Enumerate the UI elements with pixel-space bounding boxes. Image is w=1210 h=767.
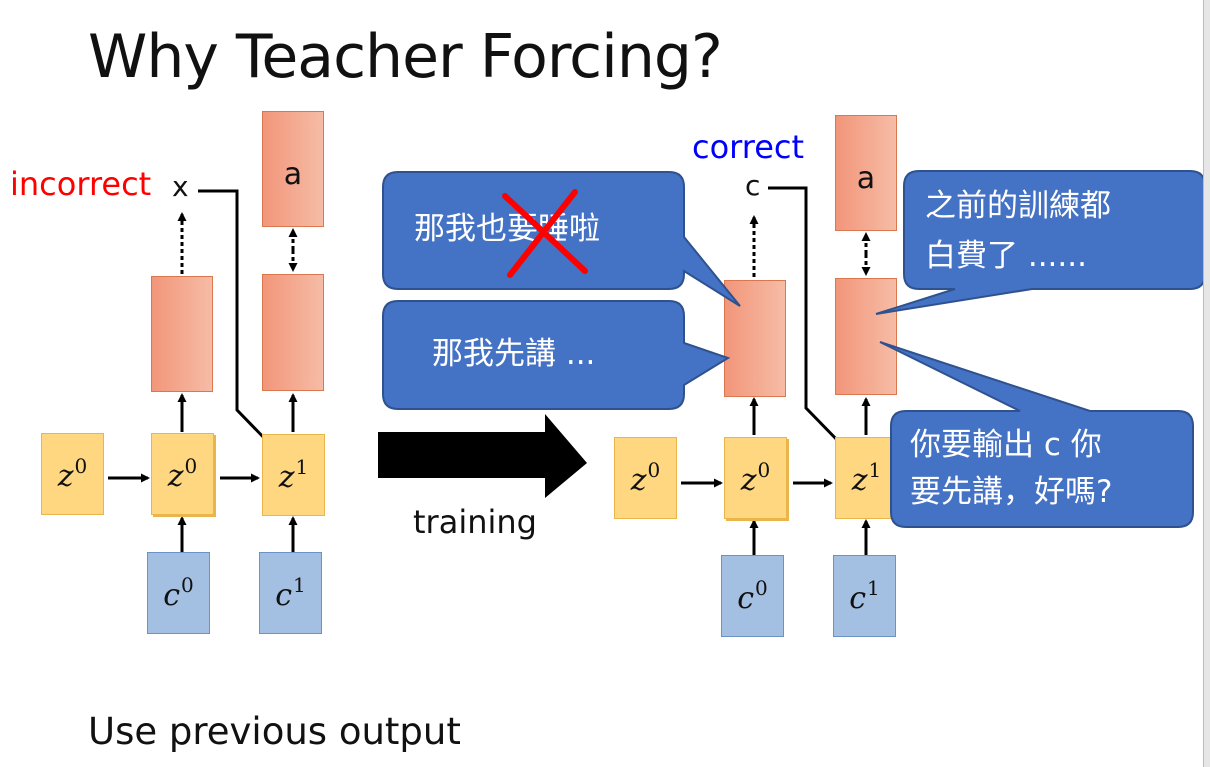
slide-footer: Use previous output (88, 710, 461, 753)
window-right-border (1203, 0, 1210, 767)
red-cross-icon (502, 189, 588, 278)
